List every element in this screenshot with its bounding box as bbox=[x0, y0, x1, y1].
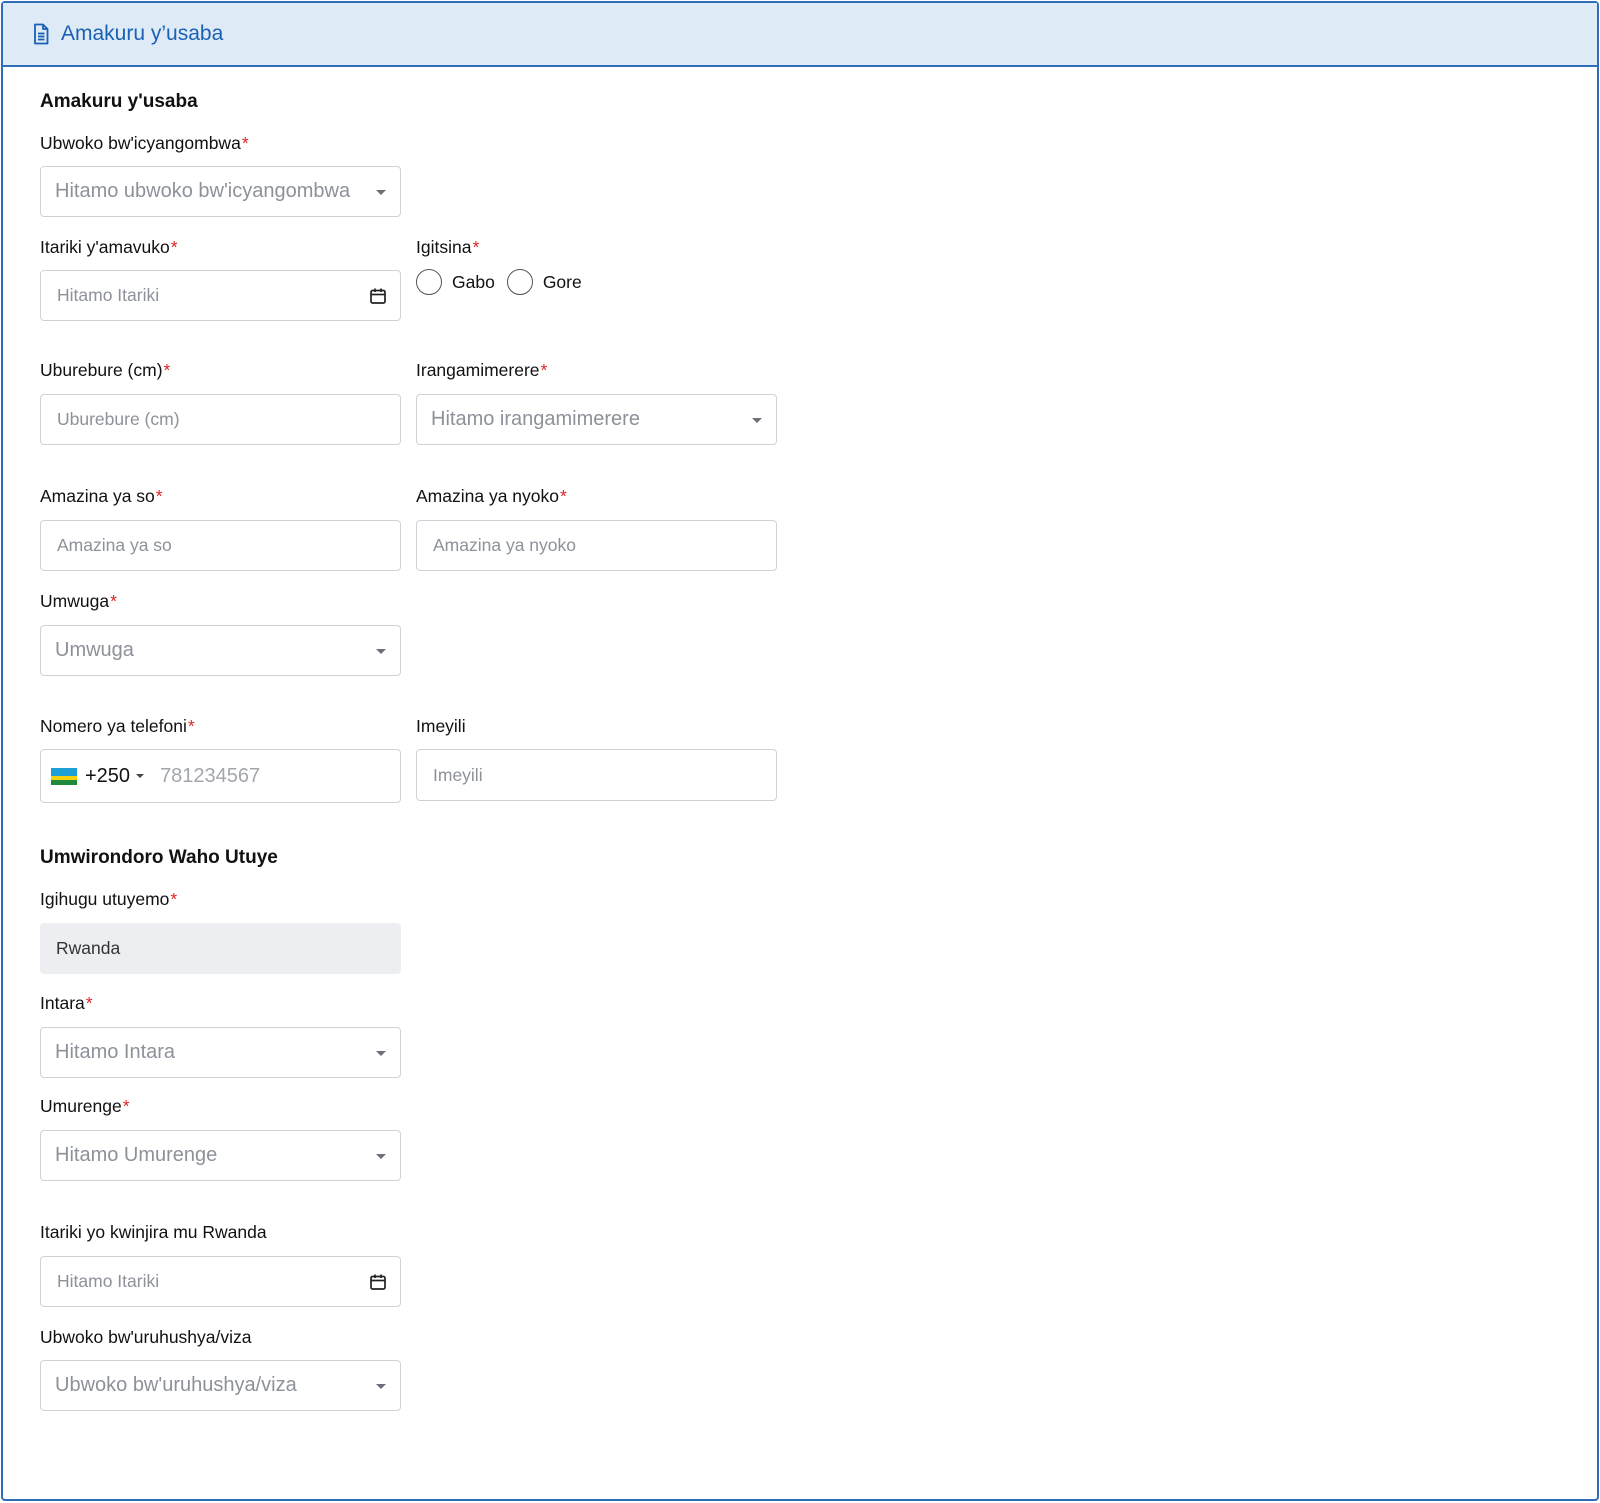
phone-label: Nomero ya telefoni* bbox=[40, 716, 195, 736]
birth-date-input[interactable]: Hitamo Itariki bbox=[40, 270, 401, 321]
occupation-label: Umwuga* bbox=[40, 591, 117, 611]
calendar-icon[interactable] bbox=[368, 286, 388, 306]
section-title-residence: Umwirondoro Waho Utuye bbox=[40, 847, 278, 868]
mother-name-placeholder: Amazina ya nyoko bbox=[433, 535, 576, 555]
section-title-applicant: Amakuru y'usaba bbox=[40, 91, 198, 112]
phone-input-group[interactable]: +250 781234567 bbox=[40, 749, 401, 803]
country-value: Rwanda bbox=[56, 938, 121, 958]
chevron-down-icon bbox=[376, 189, 386, 195]
chevron-down-icon bbox=[376, 1153, 386, 1159]
visa-type-select[interactable]: Ubwoko bw'uruhushya/viza bbox=[40, 1360, 401, 1411]
gender-label: Igitsina* bbox=[416, 237, 480, 257]
country-code-chevron-icon[interactable] bbox=[136, 774, 145, 778]
marital-status-select[interactable]: Hitamo irangamimerere bbox=[416, 394, 777, 445]
rwanda-flag-icon[interactable] bbox=[51, 767, 77, 785]
dial-code[interactable]: +250 bbox=[85, 765, 130, 788]
father-name-placeholder: Amazina ya so bbox=[57, 535, 172, 555]
sector-placeholder: Hitamo Umurenge bbox=[55, 1144, 218, 1166]
mother-name-input[interactable]: Amazina ya nyoko bbox=[416, 520, 777, 571]
document-type-placeholder: Hitamo ubwoko bw'icyangombwa bbox=[55, 180, 351, 202]
birth-date-label: Itariki y'amavuko* bbox=[40, 237, 178, 257]
country-field: Rwanda bbox=[40, 923, 401, 974]
entry-date-input[interactable]: Hitamo Itariki bbox=[40, 1256, 401, 1307]
visa-type-placeholder: Ubwoko bw'uruhushya/viza bbox=[55, 1374, 297, 1396]
phone-number-placeholder[interactable]: 781234567 bbox=[160, 765, 260, 788]
father-name-label: Amazina ya so* bbox=[40, 486, 163, 506]
gender-radio-group: Gabo Gore bbox=[416, 269, 594, 295]
province-select[interactable]: Hitamo Intara bbox=[40, 1027, 401, 1078]
chevron-down-icon bbox=[752, 417, 762, 423]
birth-date-placeholder: Hitamo Itariki bbox=[57, 285, 160, 305]
chevron-down-icon bbox=[376, 648, 386, 654]
document-type-label: Ubwoko bw'icyangombwa* bbox=[40, 133, 249, 153]
province-label: Intara* bbox=[40, 993, 93, 1013]
country-label: Igihugu utuyemo* bbox=[40, 889, 178, 909]
gender-option-male-label: Gabo bbox=[452, 271, 495, 292]
email-input[interactable]: Imeyili bbox=[416, 749, 777, 801]
height-placeholder: Uburebure (cm) bbox=[57, 409, 180, 429]
document-icon bbox=[29, 22, 53, 46]
occupation-select[interactable]: Umwuga bbox=[40, 625, 401, 676]
visa-type-label: Ubwoko bw'uruhushya/viza bbox=[40, 1327, 252, 1347]
panel-title: Amakuru y’usaba bbox=[61, 22, 224, 45]
chevron-down-icon bbox=[376, 1383, 386, 1389]
email-label: Imeyili bbox=[416, 716, 466, 736]
sector-label: Umurenge* bbox=[40, 1096, 130, 1116]
marital-status-placeholder: Hitamo irangamimerere bbox=[431, 408, 640, 430]
sector-select[interactable]: Hitamo Umurenge bbox=[40, 1130, 401, 1181]
gender-option-female-label: Gore bbox=[542, 271, 582, 292]
gender-radio-male[interactable] bbox=[416, 269, 442, 295]
height-label: Uburebure (cm)* bbox=[40, 360, 171, 380]
father-name-input[interactable]: Amazina ya so bbox=[40, 520, 401, 571]
province-placeholder: Hitamo Intara bbox=[55, 1041, 176, 1063]
marital-status-label: Irangamimerere* bbox=[416, 360, 548, 380]
height-input[interactable]: Uburebure (cm) bbox=[40, 394, 401, 445]
calendar-icon[interactable] bbox=[368, 1272, 388, 1292]
document-type-select[interactable]: Hitamo ubwoko bw'icyangombwa bbox=[40, 166, 401, 217]
occupation-placeholder: Umwuga bbox=[55, 639, 134, 661]
entry-date-label: Itariki yo kwinjira mu Rwanda bbox=[40, 1222, 267, 1242]
application-panel: Amakuru y’usaba Amakuru y'usaba Ubwoko b… bbox=[1, 1, 1599, 1501]
mother-name-label: Amazina ya nyoko* bbox=[416, 486, 567, 506]
panel-header: Amakuru y’usaba bbox=[3, 3, 1597, 67]
gender-radio-female[interactable] bbox=[506, 269, 533, 295]
chevron-down-icon bbox=[376, 1050, 386, 1056]
entry-date-placeholder: Hitamo Itariki bbox=[57, 1271, 160, 1291]
email-placeholder: Imeyili bbox=[433, 764, 483, 785]
